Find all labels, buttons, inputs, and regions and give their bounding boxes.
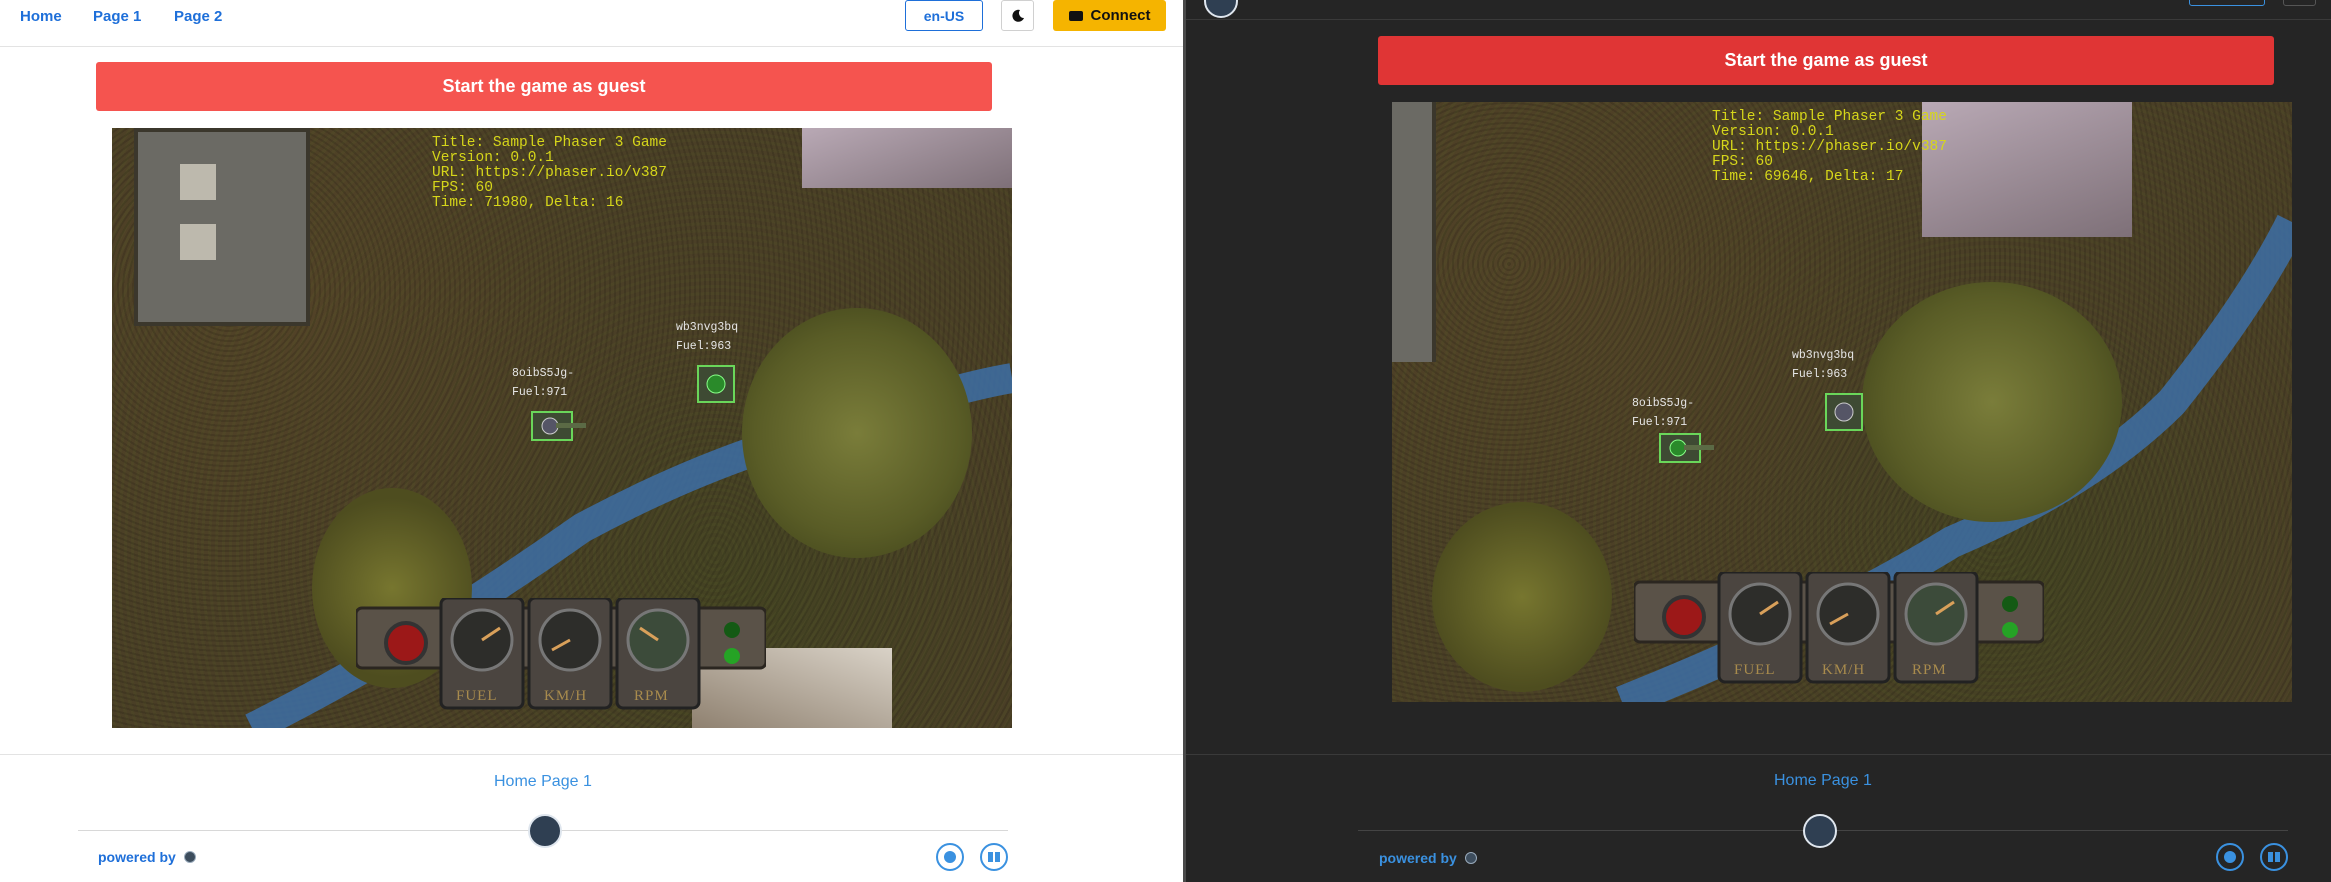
logo-icon[interactable] <box>1204 0 1238 18</box>
gauge-label: RPM <box>634 688 669 704</box>
debug-info: Title: Sample Phaser 3 Game Version: 0.0… <box>1712 109 1947 185</box>
tank-sprite[interactable] <box>530 406 590 446</box>
moon-icon <box>1011 9 1024 22</box>
footer-home-page1-link[interactable]: Home Page 1 <box>1774 772 1872 790</box>
connect-label: Connect <box>1090 7 1151 24</box>
top-nav <box>1186 0 2331 20</box>
gauge-label: RPM <box>1912 662 1947 678</box>
logo-icon[interactable] <box>528 814 562 848</box>
nav-page1-link[interactable]: Page 1 <box>93 8 141 25</box>
connect-button[interactable]: Connect <box>1053 0 1166 31</box>
powered-by-logo-icon <box>183 851 196 863</box>
start-guest-button[interactable]: Start the game as guest <box>96 62 992 111</box>
tree-canopy <box>1432 502 1612 692</box>
language-button[interactable]: en-US <box>905 0 983 31</box>
theme-toggle-button[interactable] <box>2283 0 2316 6</box>
tank-sprite[interactable] <box>1822 386 1872 436</box>
tank-label: 8oibS5Jg- Fuel:971 <box>512 367 575 399</box>
tank-sprite[interactable] <box>1658 428 1718 468</box>
nav-page2-link[interactable]: Page 2 <box>174 8 222 25</box>
tree-canopy <box>1862 282 2122 522</box>
gauge-label: FUEL <box>456 688 498 704</box>
tank-label: wb3nvg3bq Fuel:963 <box>676 321 739 353</box>
debug-info: Title: Sample Phaser 3 Game Version: 0.0… <box>432 135 667 211</box>
book-icon[interactable] <box>980 843 1008 871</box>
dark-theme-pane: Start the game as guest Title: Sample Ph… <box>1186 0 2331 882</box>
footer-home-page1-link[interactable]: Home Page 1 <box>494 773 592 791</box>
tank-label: wb3nvg3bq Fuel:963 <box>1792 349 1855 381</box>
powered-by-logo-icon <box>1464 852 1477 864</box>
start-guest-button[interactable]: Start the game as guest <box>1378 36 2274 85</box>
light-theme-pane: Home Page 1 Page 2 en-US Connect Start t… <box>0 0 1183 882</box>
gauge-label: FUEL <box>1734 662 1776 678</box>
tank-label: 8oibS5Jg- Fuel:971 <box>1632 397 1695 429</box>
powered-by-label: powered by <box>1379 850 1457 866</box>
game-canvas[interactable]: Title: Sample Phaser 3 Game Version: 0.0… <box>1392 102 2292 702</box>
github-icon[interactable] <box>2216 843 2244 871</box>
gauge-label: KM/H <box>1822 662 1866 678</box>
powered-by-label: powered by <box>98 849 176 865</box>
top-nav: Home Page 1 Page 2 en-US Connect <box>0 0 1183 47</box>
language-button[interactable] <box>2189 0 2265 6</box>
footer-top-border <box>1186 754 2331 755</box>
github-icon[interactable] <box>936 843 964 871</box>
tank-sprite[interactable] <box>694 358 744 408</box>
powered-by: powered by <box>98 849 196 865</box>
footer-top-border <box>0 754 1183 755</box>
game-canvas[interactable]: Title: Sample Phaser 3 Game Version: 0.0… <box>112 128 1012 728</box>
book-icon[interactable] <box>2260 843 2288 871</box>
logo-icon[interactable] <box>1803 814 1837 848</box>
gauge-label: KM/H <box>544 688 588 704</box>
powered-by: powered by <box>1379 850 1477 866</box>
theme-toggle-button[interactable] <box>1001 0 1034 31</box>
wallet-icon <box>1068 10 1083 21</box>
nav-home-link[interactable]: Home <box>20 8 62 25</box>
tree-canopy <box>742 308 972 558</box>
